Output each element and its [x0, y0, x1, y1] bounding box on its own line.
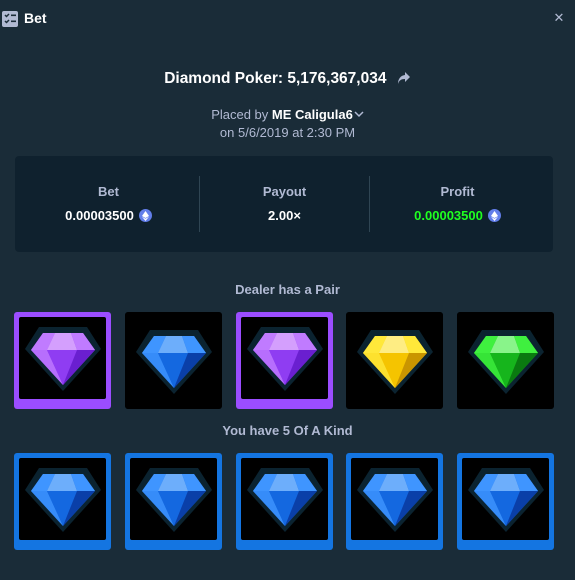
- chevron-down-icon[interactable]: [354, 109, 364, 119]
- player-card-5: [457, 453, 554, 550]
- player-card-4: [346, 453, 443, 550]
- eth-icon: [487, 209, 501, 222]
- blue-gem-icon: [246, 468, 323, 532]
- stat-profit-value: 0.00003500: [368, 208, 547, 223]
- player-card-2: [125, 453, 222, 550]
- bet-stats-panel: Bet 0.00003500 Payout 2.00× Profit 0.000…: [15, 156, 553, 252]
- stat-payout-value: 2.00×: [268, 208, 301, 223]
- card-face: [130, 458, 217, 540]
- purple-gem-icon: [24, 327, 101, 391]
- stat-payout-label: Payout: [262, 184, 307, 199]
- modal-title: Bet: [24, 10, 47, 26]
- placed-by-prefix: Placed by: [211, 107, 272, 122]
- player-result-label: You have 5 Of A Kind: [222, 423, 353, 438]
- dealer-card-3: [236, 312, 333, 409]
- close-icon[interactable]: ✕: [552, 11, 566, 25]
- card-face: [125, 312, 222, 409]
- dealer-result-label: Dealer has a Pair: [235, 282, 340, 297]
- game-title: Diamond Poker: 5,176,367,034: [0, 70, 575, 88]
- bet-amount: 0.00003500: [65, 208, 134, 223]
- yellow-gem-icon: [356, 329, 433, 394]
- blue-gem-icon: [135, 468, 212, 532]
- stat-bet: Bet 0.00003500: [19, 156, 198, 252]
- profit-amount: 0.00003500: [414, 208, 483, 223]
- card-face: [19, 458, 106, 540]
- modal-header: Bet ✕: [0, 0, 575, 38]
- game-title-text: Diamond Poker: 5,176,367,034: [164, 70, 387, 87]
- placed-date: on 5/6/2019 at 2:30 PM: [219, 125, 356, 140]
- placed-by: Placed by ME Caligula6: [0, 107, 575, 122]
- share-arrow-icon[interactable]: [397, 71, 411, 85]
- stat-profit: Profit 0.00003500: [368, 156, 547, 252]
- card-face: [241, 317, 328, 399]
- card-face: [462, 458, 549, 540]
- green-gem-icon: [467, 329, 544, 394]
- eth-icon: [138, 209, 152, 222]
- card-face: [346, 312, 443, 409]
- stat-profit-label: Profit: [440, 184, 475, 199]
- card-face: [351, 458, 438, 540]
- blue-gem-icon: [135, 329, 212, 394]
- card-face: [19, 317, 106, 399]
- card-face: [241, 458, 328, 540]
- stat-bet-label: Bet: [98, 184, 119, 199]
- stat-payout: Payout 2.00×: [195, 156, 374, 252]
- blue-gem-icon: [24, 468, 101, 532]
- dealer-card-1: [14, 312, 111, 409]
- dealer-card-4: [346, 312, 443, 409]
- purple-gem-icon: [246, 327, 323, 391]
- player-card-1: [14, 453, 111, 550]
- dealer-card-2: [125, 312, 222, 409]
- blue-gem-icon: [356, 468, 433, 532]
- dealer-card-5: [457, 312, 554, 409]
- bet-list-icon: [2, 11, 18, 27]
- player-card-3: [236, 453, 333, 550]
- blue-gem-icon: [467, 468, 544, 532]
- username-link[interactable]: ME Caligula6: [272, 107, 353, 122]
- stat-bet-value: 0.00003500: [19, 208, 198, 223]
- card-face: [457, 312, 554, 409]
